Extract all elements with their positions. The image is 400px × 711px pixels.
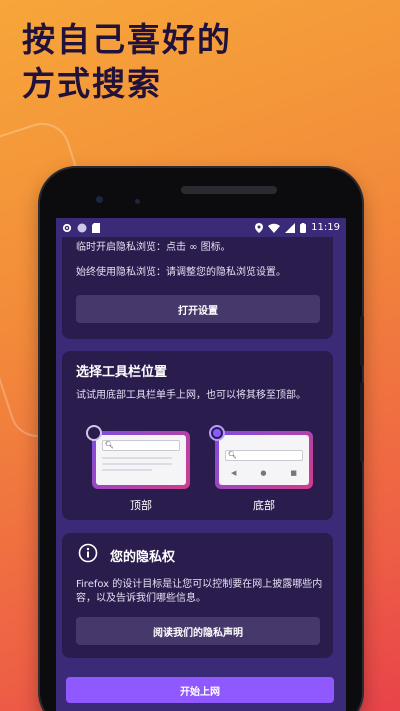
home-dot-icon: ● (260, 469, 267, 477)
private-browsing-tip-2: 始终使用隐私浏览：请调整您的隐私浏览设置。 (76, 267, 286, 278)
toolbar-option-top[interactable]: 🔍︎ 顶部 (86, 425, 190, 513)
toolbar-top-label: 顶部 (130, 499, 152, 512)
info-icon (78, 543, 98, 563)
toolbar-top-radio[interactable] (86, 425, 102, 441)
battery-icon (300, 222, 307, 233)
preview-bottom-nav: ◀ ● ■ (219, 467, 309, 479)
preview-search-bar: 🔍︎ (102, 440, 180, 451)
toolbar-bottom-preview: 🔍︎ ◀ ● ■ (209, 425, 313, 489)
status-bar: 11:19 (56, 218, 346, 237)
headline-line-1: 按自己喜好的 (22, 20, 232, 59)
toolbar-card-description: 试试用底部工具栏单手上网，也可以将其移至顶部。 (76, 390, 306, 401)
toolbar-position-card: 选择工具栏位置 试试用底部工具栏单手上网，也可以将其移至顶部。 🔍︎ 顶部 🔍︎… (62, 351, 333, 520)
toolbar-bottom-label: 底部 (253, 499, 275, 512)
page-headline: 按自己喜好的 方式搜索 (22, 18, 232, 106)
preview-search-bar: 🔍︎ (225, 450, 303, 461)
toolbar-top-preview: 🔍︎ (86, 425, 190, 489)
private-browsing-card: 临时开启隐私浏览：点击 ∞ 图标。 始终使用隐私浏览：请调整您的隐私浏览设置。 … (62, 237, 333, 339)
toolbar-option-bottom[interactable]: 🔍︎ ◀ ● ■ 底部 (209, 425, 313, 513)
sensor-icon (135, 199, 140, 204)
status-time: 11:19 (311, 222, 340, 233)
wifi-icon (268, 223, 281, 233)
back-arrow-icon: ◀ (230, 469, 237, 477)
app-screen: 11:19 临时开启隐私浏览：点击 ∞ 图标。 始终使用隐私浏览：请调整您的隐私… (56, 218, 346, 711)
power-button (360, 316, 364, 366)
open-settings-button[interactable]: 打开设置 (76, 295, 320, 323)
privacy-card: 您的隐私权 Firefox 的设计目标是让您可以控制要在网上披露哪些内容，以及告… (62, 533, 333, 658)
location-icon (255, 222, 264, 233)
headline-line-2: 方式搜索 (22, 64, 162, 103)
privacy-card-title: 您的隐私权 (110, 550, 176, 565)
settings-gear-icon (62, 223, 72, 232)
phone-frame: 11:19 临时开启隐私浏览：点击 ∞ 图标。 始终使用隐私浏览：请调整您的隐私… (40, 168, 364, 711)
volume-button (360, 382, 364, 462)
toolbar-bottom-radio[interactable] (209, 425, 225, 441)
firefox-notification-icon (77, 223, 87, 232)
earpiece-speaker (181, 186, 277, 194)
start-browsing-button[interactable]: 开始上网 (66, 677, 334, 703)
front-camera-icon (96, 196, 103, 203)
private-browsing-tip-1: 临时开启隐私浏览：点击 ∞ 图标。 (76, 242, 231, 253)
read-privacy-notice-button[interactable]: 阅读我们的隐私声明 (76, 617, 320, 645)
sd-card-icon (92, 222, 100, 233)
toolbar-card-title: 选择工具栏位置 (76, 365, 168, 380)
square-icon: ■ (290, 469, 297, 477)
cell-signal-icon (285, 222, 296, 233)
privacy-card-description: Firefox 的设计目标是让您可以控制要在网上披露哪些内容，以及告诉我们哪些信… (76, 579, 323, 604)
